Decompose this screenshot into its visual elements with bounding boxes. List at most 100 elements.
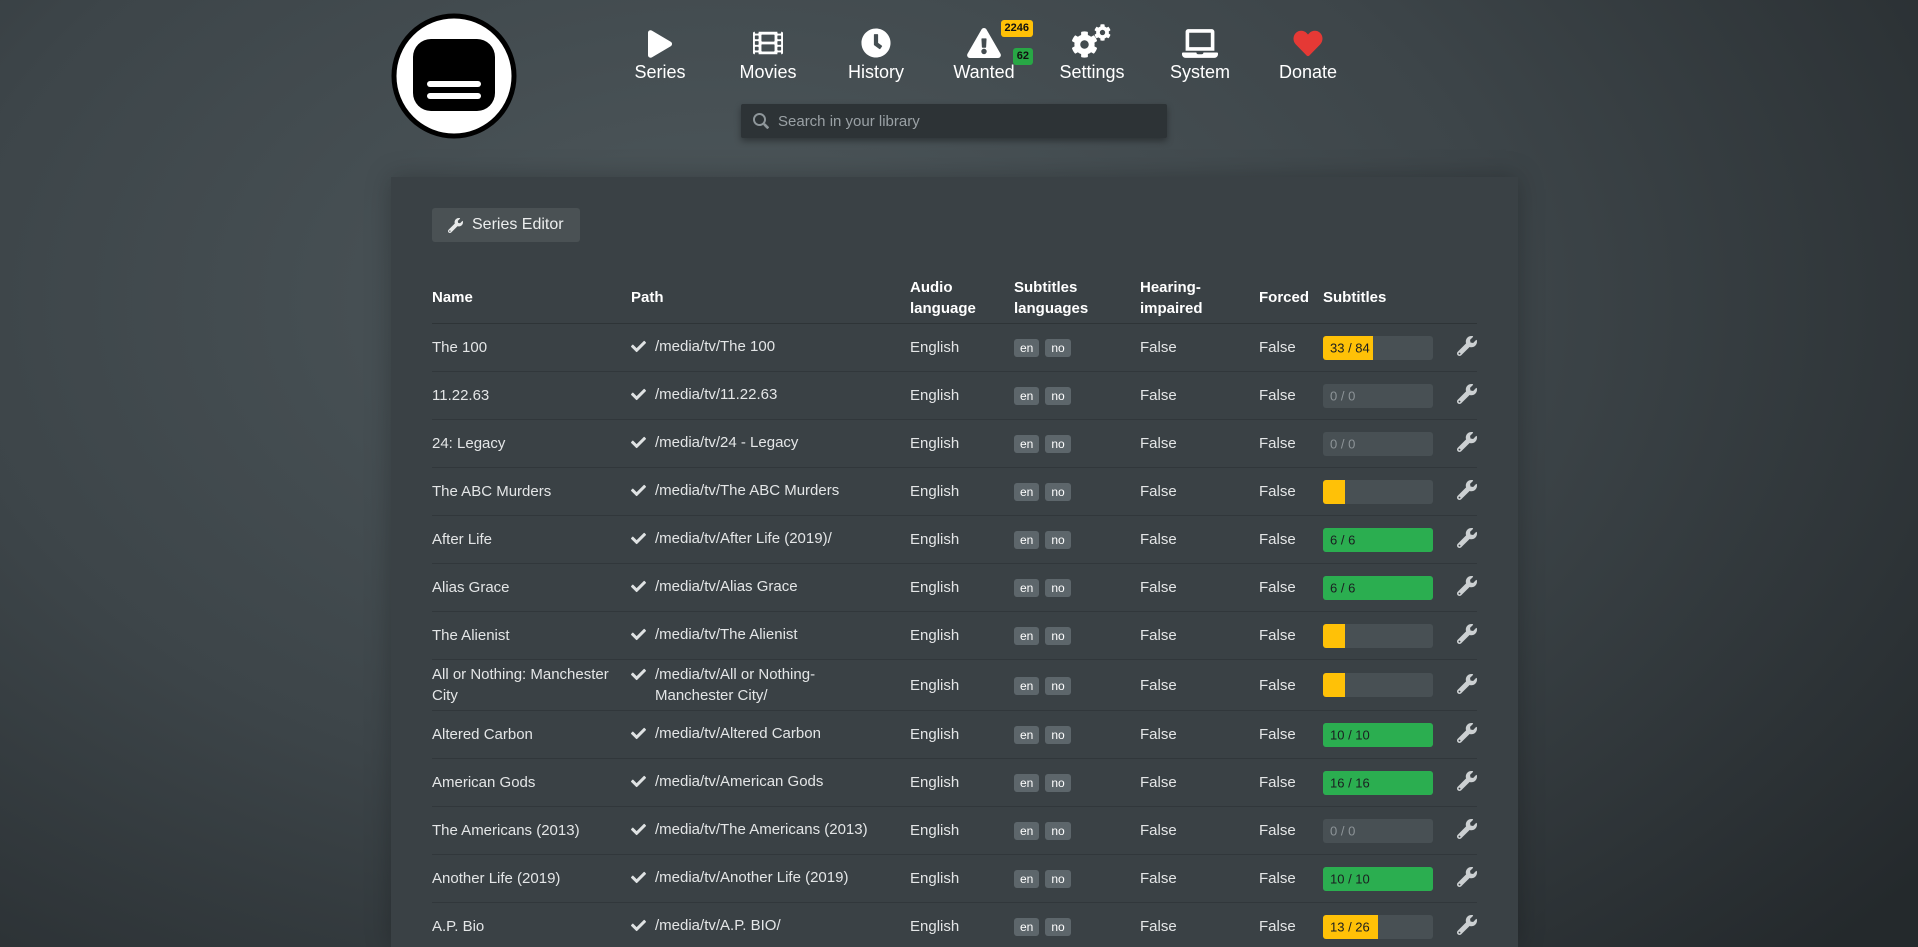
subtitles-progress: 16 / 16 <box>1323 771 1455 795</box>
audio-language: English <box>910 724 1014 745</box>
wrench-icon <box>1457 624 1477 644</box>
subtitles-progress <box>1323 673 1455 697</box>
edit-series-button[interactable] <box>1457 336 1477 359</box>
audio-language: English <box>910 868 1014 889</box>
forced-flag: False <box>1259 529 1323 550</box>
library-search <box>741 104 1167 138</box>
series-name: The ABC Murders <box>432 481 631 502</box>
nav-label: Movies <box>739 62 796 83</box>
language-badge: no <box>1045 627 1070 645</box>
nav-item-history[interactable]: History <box>822 22 930 83</box>
wrench-icon <box>1457 771 1477 791</box>
audio-language: English <box>910 820 1014 841</box>
edit-series-button[interactable] <box>1457 723 1477 746</box>
series-path: /media/tv/The Alienist <box>631 624 910 648</box>
nav-item-movies[interactable]: Movies <box>714 22 822 83</box>
series-table: Name Path Audio language Subtitles langu… <box>432 272 1477 947</box>
audio-language: English <box>910 481 1014 502</box>
app-logo[interactable] <box>390 12 518 140</box>
series-name: After Life <box>432 529 631 550</box>
series-name: American Gods <box>432 772 631 793</box>
series-name: 11.22.63 <box>432 385 631 406</box>
edit-series-button[interactable] <box>1457 624 1477 647</box>
edit-series-button[interactable] <box>1457 915 1477 938</box>
subtitles-progress: 13 / 26 <box>1323 915 1455 939</box>
wrench-icon <box>1457 528 1477 548</box>
edit-series-button[interactable] <box>1457 819 1477 842</box>
nav-item-wanted[interactable]: 2246 62 Wanted <box>930 22 1038 83</box>
language-badge: en <box>1014 627 1039 645</box>
language-badge: en <box>1014 531 1039 549</box>
forced-flag: False <box>1259 675 1323 696</box>
series-path-text: /media/tv/The Americans (2013) <box>655 819 868 840</box>
progress-label: 0 / 0 <box>1330 433 1355 454</box>
progress-bar: 16 / 16 <box>1323 771 1433 795</box>
audio-language: English <box>910 337 1014 358</box>
progress-bar: 10 / 10 <box>1323 723 1433 747</box>
wrench-icon <box>448 218 463 233</box>
search-input[interactable] <box>778 113 1155 130</box>
table-row: Altered Carbon /media/tv/Altered Carbon … <box>432 711 1477 759</box>
column-header-subtitles-languages: Subtitles languages <box>1014 277 1140 319</box>
nav-item-donate[interactable]: Donate <box>1254 22 1362 83</box>
subtitles-languages: enno <box>1014 625 1140 646</box>
edit-series-button[interactable] <box>1457 771 1477 794</box>
warning-icon <box>967 22 1001 58</box>
edit-series-button[interactable] <box>1457 576 1477 599</box>
language-badge: en <box>1014 918 1039 936</box>
clock-icon <box>861 22 891 58</box>
nav-item-series[interactable]: Series <box>606 22 714 83</box>
column-header-subtitles: Subtitles <box>1323 287 1455 308</box>
wrench-icon <box>1457 480 1477 500</box>
language-badge: no <box>1045 339 1070 357</box>
subtitles-languages: enno <box>1014 772 1140 793</box>
hearing-impaired: False <box>1140 675 1259 696</box>
edit-series-button[interactable] <box>1457 432 1477 455</box>
series-path: /media/tv/Alias Grace <box>631 576 910 600</box>
series-name: The Americans (2013) <box>432 820 631 841</box>
edit-series-button[interactable] <box>1457 674 1477 697</box>
wrench-icon <box>1457 432 1477 452</box>
subtitles-progress <box>1323 480 1455 504</box>
hearing-impaired: False <box>1140 820 1259 841</box>
language-badge: no <box>1045 870 1070 888</box>
series-name: A.P. Bio <box>432 916 631 937</box>
series-path: /media/tv/11.22.63 <box>631 384 910 408</box>
nav-label: Series <box>634 62 685 83</box>
subtitles-languages: enno <box>1014 385 1140 406</box>
progress-bar: 0 / 0 <box>1323 432 1433 456</box>
progress-bar: 6 / 6 <box>1323 528 1433 552</box>
series-editor-button[interactable]: Series Editor <box>432 208 580 242</box>
series-path-text: /media/tv/The ABC Murders <box>655 480 839 501</box>
check-icon <box>631 579 646 600</box>
nav-item-settings[interactable]: Settings <box>1038 22 1146 83</box>
progress-fill <box>1323 673 1345 697</box>
hearing-impaired: False <box>1140 772 1259 793</box>
series-path: /media/tv/After Life (2019)/ <box>631 528 910 552</box>
audio-language: English <box>910 385 1014 406</box>
subtitles-progress: 0 / 0 <box>1323 432 1455 456</box>
table-row: 11.22.63 /media/tv/11.22.63 English enno… <box>432 372 1477 420</box>
hearing-impaired: False <box>1140 868 1259 889</box>
progress-label: 10 / 10 <box>1330 724 1370 745</box>
forced-flag: False <box>1259 577 1323 598</box>
nav-item-system[interactable]: System <box>1146 22 1254 83</box>
edit-series-button[interactable] <box>1457 384 1477 407</box>
series-path-text: /media/tv/A.P. BIO/ <box>655 915 781 936</box>
progress-bar: 6 / 6 <box>1323 576 1433 600</box>
edit-series-button[interactable] <box>1457 480 1477 503</box>
edit-series-button[interactable] <box>1457 867 1477 890</box>
table-row: After Life /media/tv/After Life (2019)/ … <box>432 516 1477 564</box>
subtitles-languages: enno <box>1014 577 1140 598</box>
series-editor-panel: Series Editor Name Path Audio language S… <box>391 177 1518 947</box>
series-name: The 100 <box>432 337 631 358</box>
bazarr-logo-icon <box>390 12 518 140</box>
progress-bar: 0 / 0 <box>1323 819 1433 843</box>
table-row: The 100 /media/tv/The 100 English enno F… <box>432 324 1477 372</box>
hearing-impaired: False <box>1140 529 1259 550</box>
heart-icon <box>1292 22 1324 58</box>
subtitles-languages: enno <box>1014 916 1140 937</box>
series-path-text: /media/tv/Another Life (2019) <box>655 867 848 888</box>
edit-series-button[interactable] <box>1457 528 1477 551</box>
series-path: /media/tv/Altered Carbon <box>631 723 910 747</box>
